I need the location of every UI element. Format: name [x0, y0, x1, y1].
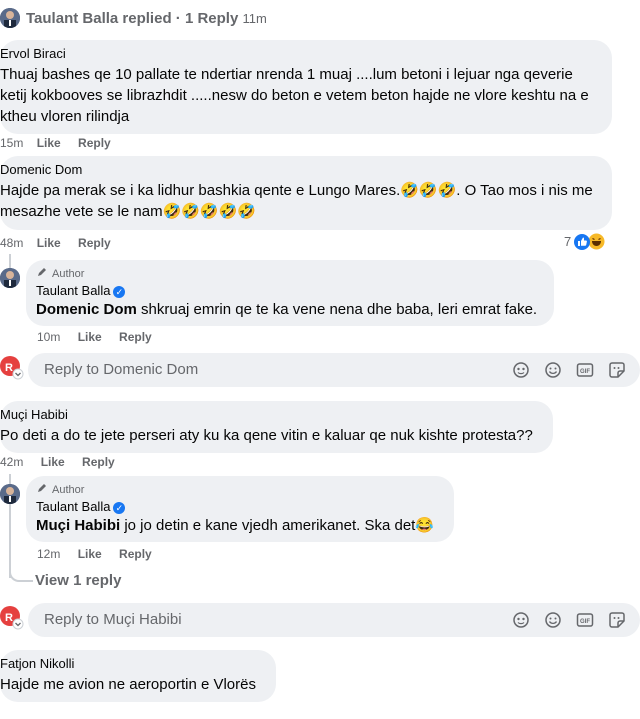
gif-icon[interactable]: GIF — [576, 611, 594, 629]
haha-reaction-icon — [588, 233, 605, 250]
svg-text:R: R — [5, 612, 13, 624]
reply-body: jo jo detin e kane vjedh amerikanet. Ska… — [120, 517, 435, 534]
reply-author: Taulant Balla ✓ — [36, 283, 554, 298]
svg-text:R: R — [5, 362, 13, 374]
svg-text:GIF: GIF — [580, 619, 590, 625]
author-badge: Author — [36, 482, 454, 497]
sticker-icon[interactable] — [608, 611, 626, 629]
like-button[interactable]: Like — [78, 547, 102, 561]
like-button[interactable]: Like — [37, 136, 61, 150]
comment-meta: 42m Like Reply — [0, 455, 115, 469]
reply-input[interactable] — [42, 360, 366, 379]
like-reaction-icon — [574, 233, 591, 250]
reply-author-name[interactable]: Taulant Balla — [36, 283, 110, 298]
comment-meta: 15m Like Reply — [0, 136, 111, 150]
comment-author[interactable]: Ervol Biraci — [0, 46, 612, 61]
sticker-icon[interactable] — [608, 361, 626, 379]
pen-icon — [36, 482, 48, 497]
header-name[interactable]: Taulant Balla — [26, 10, 118, 27]
comment-author[interactable]: Domenic Dom — [0, 162, 612, 177]
comment-meta: 48m Like Reply — [0, 236, 111, 250]
reply-button[interactable]: Reply — [119, 330, 152, 344]
comment-text: Hajde pa merak se i ka lidhur bashkia qe… — [0, 182, 593, 220]
emoji-icon[interactable] — [544, 611, 562, 629]
comment-author[interactable]: Fatjon Nikolli — [0, 656, 276, 671]
header-line: Taulant Balla replied · 1 Reply 11m — [26, 10, 267, 27]
reply-body: shkruaj emrin qe te ka vene nena dhe bab… — [136, 301, 538, 318]
verified-icon: ✓ — [113, 501, 126, 514]
like-button[interactable]: Like — [37, 236, 61, 250]
comment-text: Po deti a do te jete perseri aty ku ka q… — [0, 427, 533, 444]
reaction-summary[interactable]: 7 — [564, 233, 605, 250]
reply-text: Muçi Habibi jo jo detin e kane vjedh ame… — [36, 515, 454, 536]
reply-avatar[interactable] — [0, 484, 20, 504]
comment-bubble: Muçi Habibi Po deti a do te jete perseri… — [0, 401, 553, 453]
comment-bubble: Domenic Dom Hajde pa merak se i ka lidhu… — [0, 156, 612, 230]
header-time: 11m — [242, 11, 267, 26]
mention-link[interactable]: Muçi Habibi — [36, 517, 120, 534]
reply-composer: GIF — [28, 353, 640, 387]
like-button[interactable]: Like — [41, 455, 65, 469]
mention-link[interactable]: Domenic Dom — [36, 301, 137, 318]
like-button[interactable]: Like — [78, 330, 102, 344]
reply-meta: 10m Like Reply — [37, 330, 152, 344]
comment-time[interactable]: 48m — [0, 236, 23, 250]
reply-bubble: Author Taulant Balla ✓ Muçi Habibi jo jo … — [26, 476, 454, 542]
verified-icon: ✓ — [113, 285, 126, 298]
header-count[interactable]: · 1 Reply — [176, 10, 239, 27]
user-avatar[interactable]: R — [0, 356, 24, 380]
comment-time[interactable]: 15m — [0, 136, 23, 150]
thread-curve — [9, 562, 33, 582]
user-avatar[interactable]: R — [0, 606, 24, 630]
reply-author: Taulant Balla ✓ — [36, 499, 454, 514]
emoji-icon[interactable] — [544, 361, 562, 379]
svg-text:GIF: GIF — [580, 369, 590, 375]
reply-button[interactable]: Reply — [78, 236, 111, 250]
comment-author[interactable]: Muçi Habibi — [0, 407, 553, 422]
reply-input[interactable] — [42, 610, 366, 629]
reply-composer: GIF — [28, 603, 640, 637]
reply-bubble: Author Taulant Balla ✓ Domenic Dom shkrua… — [26, 260, 554, 326]
header-action: replied — [122, 10, 172, 27]
header-avatar[interactable] — [0, 8, 20, 28]
reply-text: Domenic Dom shkruaj emrin qe te ka vene … — [36, 299, 554, 320]
reaction-count: 7 — [564, 234, 572, 249]
avatar-sticker-icon[interactable] — [512, 611, 530, 629]
reply-time[interactable]: 12m — [37, 547, 60, 561]
reply-meta: 12m Like Reply — [37, 547, 152, 561]
reply-avatar[interactable] — [0, 268, 20, 288]
reply-author-name[interactable]: Taulant Balla — [36, 499, 110, 514]
comment-bubble: Ervol Biraci Thuaj bashes qe 10 pallate … — [0, 40, 612, 134]
comment-text: Hajde me avion ne aeroportin e Vlorës — [0, 676, 256, 693]
author-badge: Author — [36, 266, 554, 281]
reply-button[interactable]: Reply — [82, 455, 115, 469]
gif-icon[interactable]: GIF — [576, 361, 594, 379]
avatar-sticker-icon[interactable] — [512, 361, 530, 379]
view-replies-link[interactable]: View 1 reply — [35, 572, 121, 589]
comment-text: Thuaj bashes qe 10 pallate te ndertiar n… — [0, 66, 589, 125]
pen-icon — [36, 266, 48, 281]
author-badge-label: Author — [52, 267, 85, 280]
author-badge-label: Author — [52, 483, 85, 496]
reply-button[interactable]: Reply — [119, 547, 152, 561]
reply-time[interactable]: 10m — [37, 330, 60, 344]
comment-bubble: Fatjon Nikolli Hajde me avion ne aeropor… — [0, 650, 276, 702]
reply-button[interactable]: Reply — [78, 136, 111, 150]
comment-time[interactable]: 42m — [0, 455, 23, 469]
